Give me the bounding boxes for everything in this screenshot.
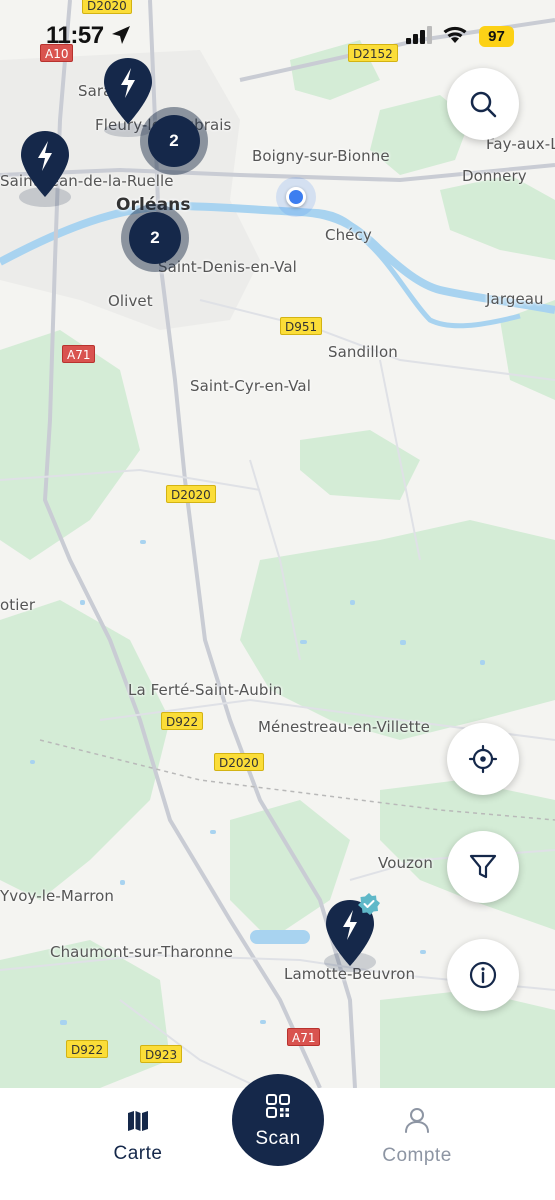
battery-indicator: 97 (479, 26, 514, 47)
place-label: Vouzon (378, 854, 433, 872)
place-label: Chécy (325, 226, 372, 244)
place-label: Olivet (108, 292, 153, 310)
place-label: Ménestreau-en-Villette (258, 718, 430, 736)
place-label: Fay-aux-L (486, 135, 555, 153)
wifi-icon (443, 26, 467, 43)
road-shield: D922 (66, 1040, 109, 1058)
tab-account-label: Compte (382, 1145, 452, 1166)
info-icon (469, 961, 497, 989)
cluster-count: 2 (148, 115, 200, 167)
status-time: 11:57 (46, 22, 104, 49)
lightning-bolt-icon (19, 131, 71, 207)
place-label: La Ferté-Saint-Aubin (128, 681, 283, 699)
crosshair-icon (468, 744, 498, 774)
search-button[interactable] (447, 68, 519, 140)
search-icon (470, 91, 497, 118)
place-label: Saint-Cyr-en-Val (190, 377, 311, 395)
map-icon (128, 1111, 148, 1131)
info-button[interactable] (447, 939, 519, 1011)
qr-code-icon (266, 1094, 290, 1118)
locate-me-button[interactable] (447, 723, 519, 795)
road-shield: A71 (62, 345, 96, 363)
user-location-dot (276, 177, 316, 217)
tab-account[interactable]: Compte (357, 1106, 477, 1167)
cellular-signal-icon (406, 26, 432, 44)
status-bar: 11:57 97 (0, 0, 555, 60)
scan-button[interactable]: Scan (232, 1074, 324, 1166)
road-shield: D951 (280, 317, 323, 335)
place-label: Boigny-sur-Bionne (252, 147, 390, 165)
location-arrow-icon (112, 26, 130, 44)
place-label: Donnery (462, 167, 527, 185)
tab-map-label: Carte (113, 1143, 163, 1164)
filter-button[interactable] (447, 831, 519, 903)
charging-station-pin[interactable] (323, 893, 383, 978)
place-label: Yvoy-le-Marron (0, 887, 115, 905)
charging-station-pin[interactable] (102, 56, 154, 138)
road-shield: D2020 (166, 485, 216, 503)
tab-map[interactable]: Carte (78, 1110, 198, 1165)
place-label: Jargeau (486, 290, 544, 308)
place-label: Sandillon (328, 343, 398, 361)
cluster-count: 2 (129, 212, 181, 264)
funnel-icon (469, 854, 497, 879)
road-shield: A71 (287, 1028, 321, 1046)
road-shield: D922 (161, 712, 204, 730)
lightning-bolt-icon (104, 58, 152, 137)
map-view[interactable]: Fleury-les-Aubrais Saran Saint-Jean-de-l… (0, 0, 555, 1088)
place-label: Chaumont-sur-Tharonne (50, 943, 234, 961)
place-label: otier (0, 596, 36, 614)
verified-badge-icon (358, 893, 380, 915)
road-shield: D2020 (214, 753, 264, 771)
station-cluster[interactable]: 2 (121, 204, 189, 272)
charging-station-pin[interactable] (19, 129, 71, 211)
road-shield: D923 (140, 1045, 183, 1063)
scan-label: Scan (255, 1128, 301, 1149)
user-icon (405, 1108, 429, 1133)
